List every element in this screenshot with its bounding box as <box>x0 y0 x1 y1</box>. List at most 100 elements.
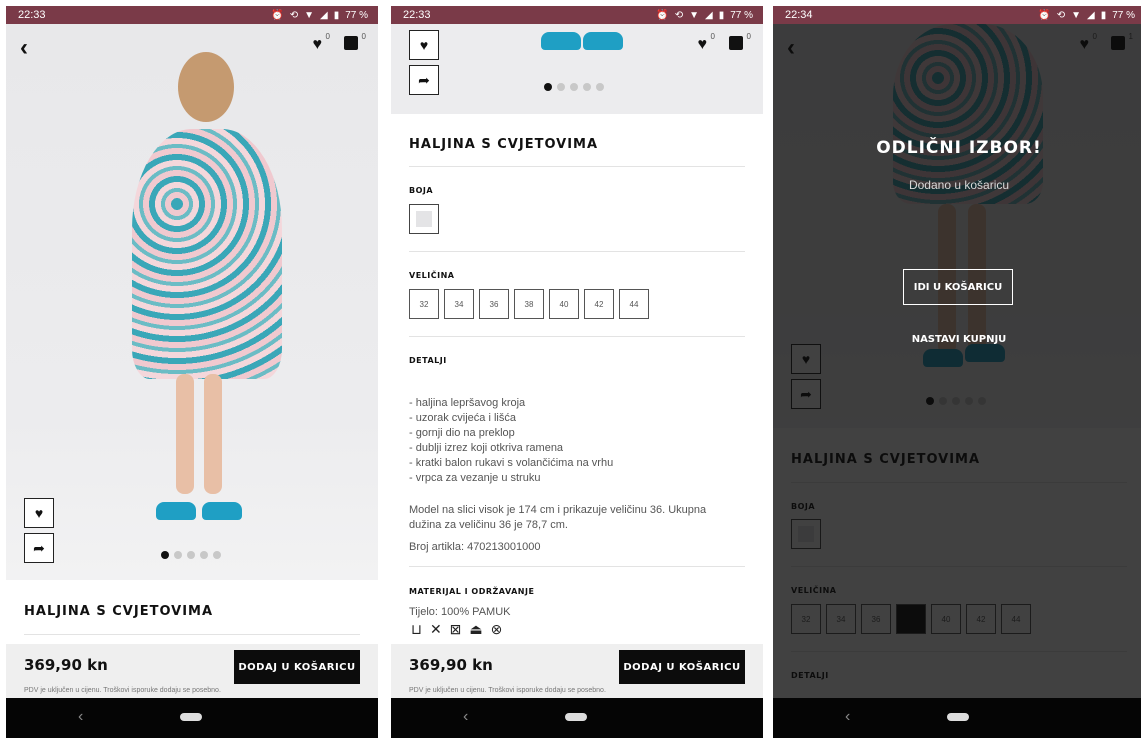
size-option[interactable]: 36 <box>479 289 509 319</box>
share-button[interactable]: ➦ <box>409 65 439 95</box>
added-to-cart-overlay: ODLIČNI IZBOR! Dodano u košaricu IDI U K… <box>773 24 1141 698</box>
wishlist-count: 0 <box>325 32 330 41</box>
signal-icon: ◢ <box>1086 9 1095 21</box>
battery-icon: ▮ <box>718 9 725 21</box>
product-image-strip[interactable] <box>391 24 763 114</box>
android-nav-bar: ‹ <box>391 698 763 738</box>
product-price: 369,90 kn <box>24 656 108 674</box>
no-tumble-dry-icon: ⊠ <box>449 621 462 637</box>
divider <box>409 336 745 337</box>
back-arrow-icon[interactable]: ‹ <box>20 34 28 62</box>
divider <box>409 566 745 567</box>
size-option[interactable]: 40 <box>549 289 579 319</box>
sync-icon: ⟲ <box>289 9 299 21</box>
product-image[interactable] <box>6 24 378 580</box>
carousel-dot[interactable] <box>596 83 604 91</box>
divider <box>24 634 360 635</box>
screen-added-to-cart: 22:34 ⏰ ⟲ ▼ ◢ ▮ 77 % ‹ ♥ 0 1 ♥ ➦ HALJINA… <box>773 6 1141 738</box>
details-list: - haljina lepršavog kroja - uzorak cvije… <box>409 397 614 484</box>
carousel-dot[interactable] <box>161 551 169 559</box>
carousel-dot[interactable] <box>174 551 182 559</box>
material-text: Tijelo: 100% PAMUK <box>409 606 511 618</box>
carousel-dot[interactable] <box>200 551 208 559</box>
shopping-bag-icon[interactable] <box>344 36 358 50</box>
wifi-icon: ▼ <box>689 9 699 21</box>
battery-level: 77 % <box>1112 9 1135 21</box>
status-bar: 22:34 ⏰ ⟲ ▼ ◢ ▮ 77 % <box>773 6 1141 24</box>
carousel-dot[interactable] <box>187 551 195 559</box>
size-option[interactable]: 42 <box>584 289 614 319</box>
cart-count: 0 <box>746 32 751 41</box>
carousel-dot[interactable] <box>557 83 565 91</box>
wifi-icon: ▼ <box>304 9 314 21</box>
buy-bar: 369,90 kn DODAJ U KOŠARICU PDV je uključ… <box>6 644 378 698</box>
add-to-wishlist-button[interactable]: ♥ <box>409 30 439 60</box>
carousel-dots[interactable] <box>544 83 604 91</box>
size-option[interactable]: 44 <box>619 289 649 319</box>
shoe <box>156 502 196 520</box>
no-dry-clean-icon: ⊗ <box>490 621 503 637</box>
wishlist-heart-icon[interactable]: ♥ <box>698 36 708 54</box>
battery-icon: ▮ <box>333 9 340 21</box>
nav-back-icon[interactable]: ‹ <box>78 708 83 726</box>
shipping-note: PDV je uključen u cijenu. Troškovi ispor… <box>24 687 221 694</box>
share-arrow-icon: ➦ <box>418 71 430 88</box>
battery-level: 77 % <box>345 9 368 21</box>
color-label: BOJA <box>409 186 434 195</box>
buy-bar: 369,90 kn DODAJ U KOŠARICU PDV je uključ… <box>391 644 763 698</box>
android-nav-bar: ‹ <box>6 698 378 738</box>
sync-icon: ⟲ <box>1056 9 1066 21</box>
android-nav-bar: ‹ <box>773 698 1141 738</box>
no-bleach-icon: ✕ <box>429 621 442 637</box>
shoe <box>541 32 581 50</box>
shoe <box>583 32 623 50</box>
dress-illustration <box>132 129 282 379</box>
model-leg <box>176 374 194 494</box>
nav-home-pill[interactable] <box>180 713 202 721</box>
alarm-icon: ⏰ <box>1038 9 1051 21</box>
cart-count: 0 <box>361 32 366 41</box>
sync-icon: ⟲ <box>674 9 684 21</box>
wishlist-heart-icon[interactable]: ♥ <box>313 36 323 54</box>
continue-shopping-link[interactable]: NASTAVI KUPNJU <box>773 334 1141 345</box>
carousel-dot[interactable] <box>544 83 552 91</box>
screen-product-photo: 22:33 ⏰ ⟲ ▼ ◢ ▮ 77 % ‹ ♥ 0 0 ♥ ➦ HALJINA… <box>6 6 378 738</box>
wifi-icon: ▼ <box>1071 9 1081 21</box>
carousel-dots[interactable] <box>161 551 221 559</box>
size-option[interactable]: 34 <box>444 289 474 319</box>
battery-level: 77 % <box>730 9 753 21</box>
divider <box>409 166 745 167</box>
add-to-wishlist-button[interactable]: ♥ <box>24 498 54 528</box>
care-icons: ⊔ ✕ ⊠ ⏏ ⊗ <box>411 621 502 638</box>
nav-back-icon[interactable]: ‹ <box>463 708 468 726</box>
shopping-bag-icon[interactable] <box>729 36 743 50</box>
model-head <box>178 52 234 122</box>
add-to-cart-button[interactable]: DODAJ U KOŠARICU <box>619 650 745 684</box>
heart-icon: ♥ <box>419 37 429 53</box>
signal-icon: ◢ <box>319 9 328 21</box>
status-bar: 22:33 ⏰ ⟲ ▼ ◢ ▮ 77 % <box>6 6 378 24</box>
heart-icon: ♥ <box>34 505 44 521</box>
product-price: 369,90 kn <box>409 656 493 674</box>
shipping-note: PDV je uključen u cijenu. Troškovi ispor… <box>409 687 606 694</box>
carousel-dot[interactable] <box>213 551 221 559</box>
carousel-dot[interactable] <box>583 83 591 91</box>
size-selector[interactable]: 32 34 36 38 40 42 44 <box>409 289 649 319</box>
signal-icon: ◢ <box>704 9 713 21</box>
status-time: 22:33 <box>403 9 431 21</box>
size-option[interactable]: 38 <box>514 289 544 319</box>
overlay-title: ODLIČNI IZBOR! <box>876 138 1042 158</box>
go-to-cart-button[interactable]: IDI U KOŠARICU <box>903 269 1013 305</box>
model-info: Model na slici visok je 174 cm i prikazu… <box>409 504 707 531</box>
status-bar: 22:33 ⏰ ⟲ ▼ ◢ ▮ 77 % <box>391 6 763 24</box>
carousel-dot[interactable] <box>570 83 578 91</box>
nav-home-pill[interactable] <box>947 713 969 721</box>
color-swatch[interactable] <box>409 204 439 234</box>
screen-product-details: 22:33 ⏰ ⟲ ▼ ◢ ▮ 77 % ♥ ➦ ♥ 0 0 HALJINA S… <box>391 6 763 738</box>
nav-home-pill[interactable] <box>565 713 587 721</box>
share-button[interactable]: ➦ <box>24 533 54 563</box>
status-time: 22:34 <box>785 9 813 21</box>
size-option[interactable]: 32 <box>409 289 439 319</box>
add-to-cart-button[interactable]: DODAJ U KOŠARICU <box>234 650 360 684</box>
nav-back-icon[interactable]: ‹ <box>845 708 850 726</box>
